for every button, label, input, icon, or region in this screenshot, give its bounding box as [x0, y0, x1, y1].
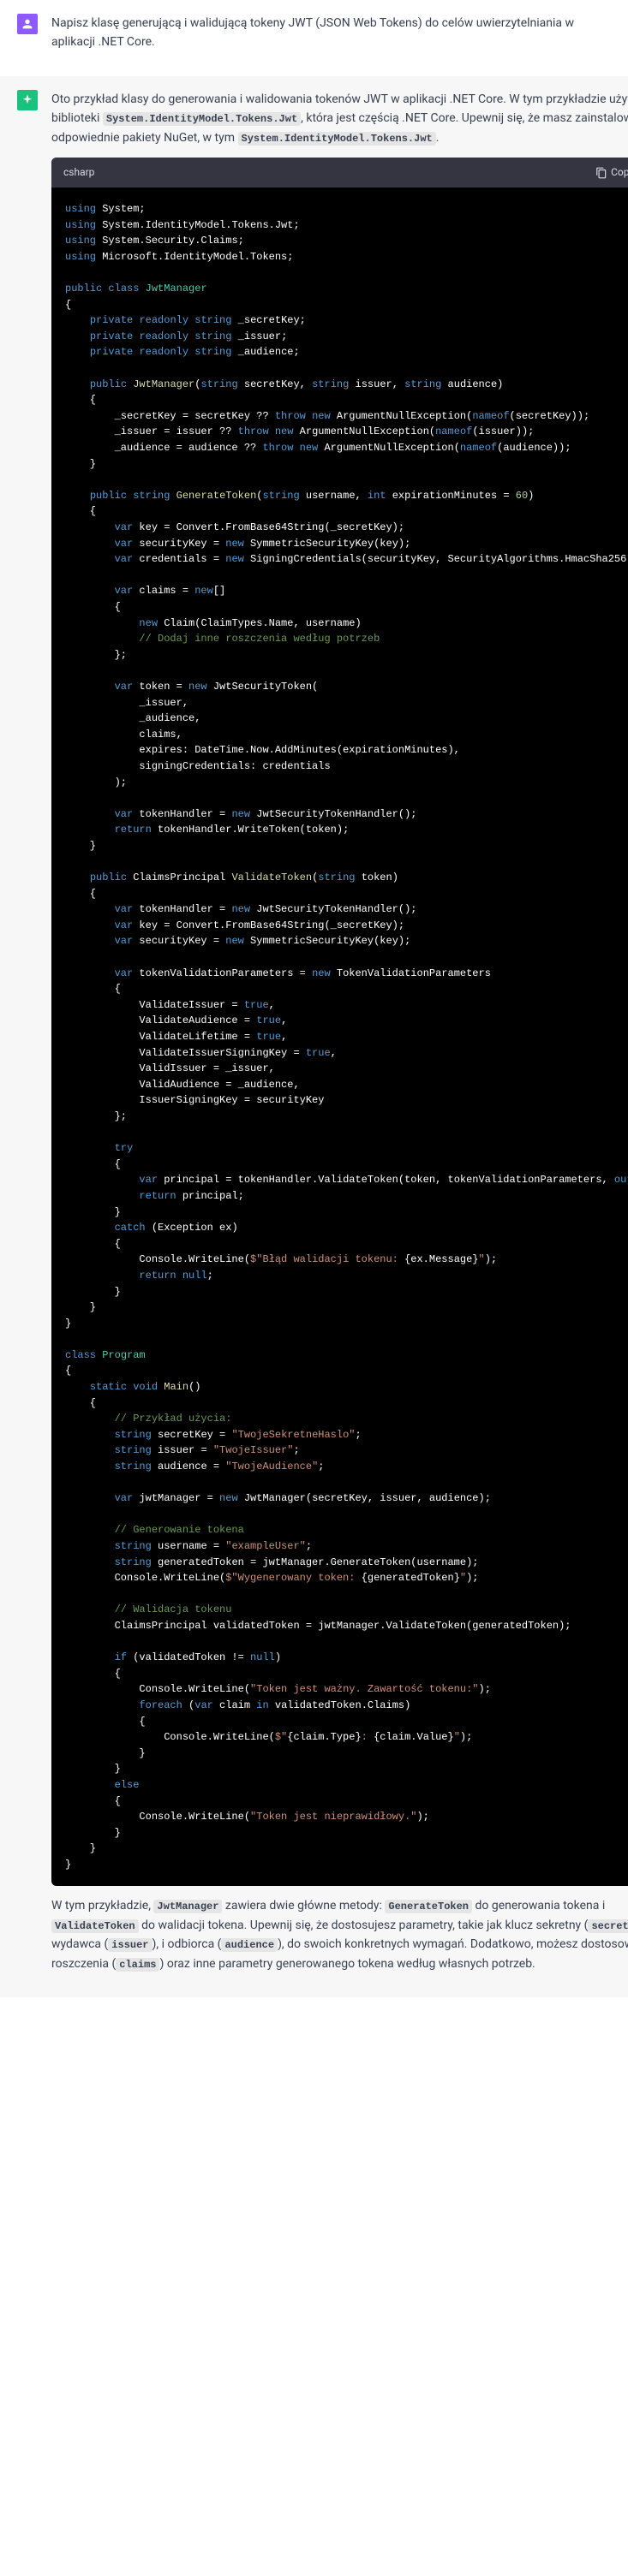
inline-code: claims: [116, 1958, 159, 1972]
inline-code: System.IdentityModel.Tokens.Jwt: [238, 132, 436, 146]
code-lang-label: csharp: [63, 164, 94, 181]
copy-code-button[interactable]: Copy code: [595, 164, 628, 181]
inline-code: secretKey: [588, 1919, 628, 1933]
code-scroll[interactable]: using System; using System.IdentityModel…: [51, 187, 628, 1886]
inline-code: ValidateToken: [51, 1919, 139, 1933]
code-header: csharp Copy code: [51, 158, 628, 187]
code-content: using System; using System.IdentityModel…: [51, 187, 628, 1886]
assistant-message: Oto przykład klasy do generowania i wali…: [0, 76, 628, 1997]
inline-code: System.IdentityModel.Tokens.Jwt: [103, 112, 301, 126]
outro-paragraph: W tym przykładzie, JwtManager zawiera dw…: [51, 1896, 628, 1973]
user-text: Napisz klasę generującą i walidującą tok…: [51, 14, 611, 62]
user-message: Napisz klasę generującą i walidującą tok…: [0, 0, 628, 76]
assistant-avatar: [17, 90, 38, 110]
inline-code: issuer: [108, 1938, 152, 1952]
assistant-body: Oto przykład klasy do generowania i wali…: [51, 90, 628, 1984]
person-icon: [21, 17, 34, 31]
sparkle-icon: [21, 93, 34, 107]
inline-code: GenerateToken: [385, 1900, 472, 1913]
intro-paragraph: Oto przykład klasy do generowania i wali…: [51, 90, 628, 147]
inline-code: audience: [221, 1938, 278, 1952]
clipboard-icon: [595, 167, 607, 179]
code-block: csharp Copy code using System; using Sys…: [51, 158, 628, 1887]
user-avatar: [17, 14, 38, 34]
inline-code: JwtManager: [153, 1900, 222, 1913]
